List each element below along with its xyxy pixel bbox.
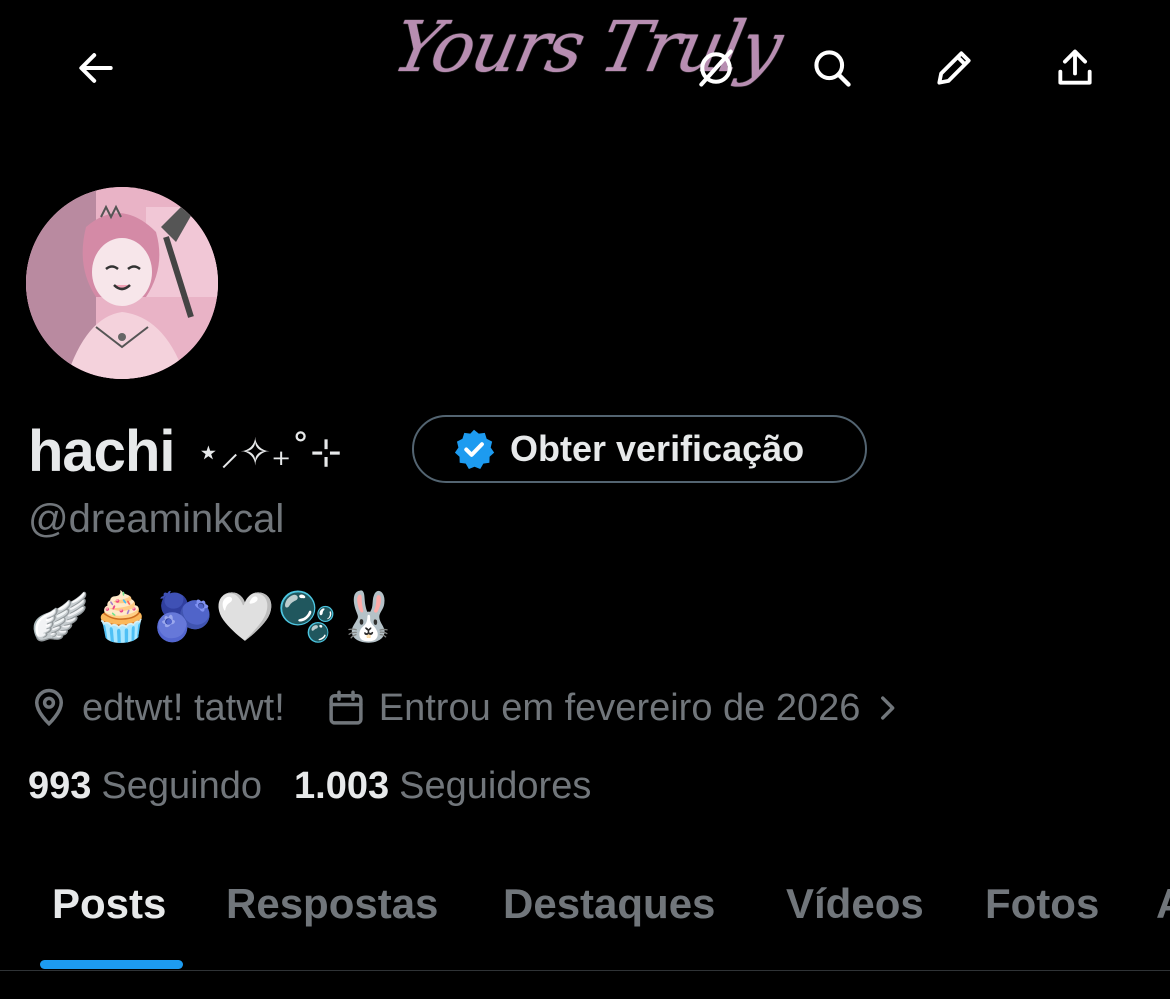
tab-posts[interactable]: Posts: [52, 880, 166, 928]
search-icon: [814, 50, 851, 87]
edit-profile-button[interactable]: [922, 36, 986, 100]
share-icon: [1058, 49, 1092, 85]
joined-date-text[interactable]: Entrou em fevereiro de 2026: [379, 687, 861, 730]
edit-pencil-icon: [937, 51, 971, 85]
name-row: hachi ⋆⸝✧₊˚⊹: [28, 412, 342, 490]
active-tab-indicator: [40, 960, 183, 969]
profile-bio: 🪽🧁🫐🤍🫧🐰: [30, 589, 401, 645]
follow-stats: 993 Seguindo 1.003 Seguidores: [28, 765, 623, 808]
profile-header: Yours Truly: [0, 0, 1170, 140]
location-pin-icon: [34, 688, 64, 727]
followers-count: 1.003: [294, 765, 390, 807]
followers-label: Seguidores: [399, 765, 592, 807]
avatar[interactable]: [26, 187, 218, 379]
profile-meta: edtwt! tatwt! Entrou em fevereiro de 202…: [28, 680, 904, 736]
avatar-illustration: [26, 187, 218, 379]
following-count: 993: [28, 765, 92, 807]
tab-photos[interactable]: Fotos: [985, 880, 1099, 928]
tab-more-cutoff[interactable]: A: [1156, 880, 1170, 928]
following-stat[interactable]: 993 Seguindo: [28, 765, 262, 808]
name-decoration: ⋆⸝✧₊˚⊹: [196, 430, 343, 474]
get-verified-button[interactable]: Obter verificação: [412, 415, 867, 483]
following-label: Seguindo: [101, 765, 262, 807]
profile-tabs: Posts Respostas Destaques Vídeos Fotos A: [0, 860, 1170, 971]
chevron-right-icon[interactable]: [870, 691, 904, 725]
back-button[interactable]: [64, 36, 128, 100]
search-button[interactable]: [800, 36, 864, 100]
grok-icon: [699, 49, 733, 87]
share-button[interactable]: [1043, 36, 1107, 100]
arrow-left-icon: [79, 53, 113, 83]
user-handle: @dreaminkcal: [28, 497, 285, 541]
grok-button[interactable]: [684, 36, 748, 100]
verified-badge-icon: [454, 429, 495, 469]
tab-highlights[interactable]: Destaques: [503, 880, 715, 928]
location-text: edtwt! tatwt!: [82, 686, 285, 729]
display-name: hachi: [28, 418, 175, 484]
tab-replies[interactable]: Respostas: [226, 880, 438, 928]
get-verified-label: Obter verificação: [510, 428, 805, 469]
tab-videos[interactable]: Vídeos: [786, 880, 924, 928]
followers-stat[interactable]: 1.003 Seguidores: [294, 765, 591, 808]
calendar-icon: [329, 690, 363, 725]
